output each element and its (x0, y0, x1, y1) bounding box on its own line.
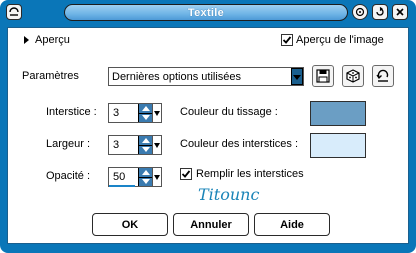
chevron-down-icon[interactable] (152, 136, 161, 154)
save-preset-button[interactable] (312, 65, 334, 87)
largeur-label: Largeur : (46, 138, 91, 150)
interstice-value[interactable]: 3 (109, 107, 138, 119)
system-menu-icon[interactable] (6, 4, 22, 20)
decrement-icon[interactable] (139, 178, 152, 187)
increment-icon[interactable] (139, 104, 152, 114)
checkbox-checked-icon[interactable] (281, 34, 293, 46)
decrement-icon[interactable] (139, 146, 152, 155)
chevron-down-icon[interactable] (152, 168, 161, 186)
gap-color-swatch[interactable] (310, 133, 366, 158)
stepper-buttons[interactable] (138, 168, 152, 186)
preview-toggle[interactable]: Aperçu (24, 34, 70, 46)
title-pill: Textile (64, 4, 348, 21)
stepper-buttons[interactable] (138, 136, 152, 154)
increment-icon[interactable] (139, 136, 152, 146)
weave-color-label: Couleur du tissage : (180, 106, 278, 118)
preview-image-label: Aperçu de l'image (296, 34, 384, 46)
preset-select[interactable]: Dernières options utilisées (108, 67, 304, 86)
increment-icon[interactable] (139, 168, 152, 178)
ok-button[interactable]: OK (92, 213, 168, 236)
preview-bar: Aperçu Aperçu de l'image (8, 28, 408, 54)
interstice-label: Interstice : (46, 106, 97, 118)
minimize-icon[interactable] (372, 4, 388, 20)
chevron-down-icon[interactable] (291, 68, 303, 85)
dice-icon (346, 69, 360, 83)
title-bar[interactable]: Textile (0, 0, 416, 25)
weave-color-swatch[interactable] (310, 101, 366, 126)
preview-image-checkbox[interactable]: Aperçu de l'image (281, 34, 384, 46)
save-icon (316, 69, 330, 83)
chevron-down-icon[interactable] (152, 104, 161, 122)
decrement-icon[interactable] (139, 114, 152, 123)
opacite-stepper[interactable]: 50 (108, 167, 162, 187)
checkbox-checked-icon[interactable] (180, 168, 192, 180)
random-button[interactable] (342, 65, 364, 87)
signature-watermark: Titounc (198, 185, 260, 204)
cancel-button[interactable]: Annuler (173, 213, 249, 236)
fill-gaps-label: Remplir les interstices (196, 168, 304, 180)
dialog-client: Aperçu Aperçu de l'image Paramètres Dern… (7, 27, 409, 244)
stepper-buttons[interactable] (138, 104, 152, 122)
window-title: Textile (187, 6, 225, 19)
params-label: Paramètres (22, 70, 79, 82)
interstice-stepper[interactable]: 3 (108, 103, 162, 123)
reset-button[interactable] (372, 65, 394, 87)
help-button[interactable]: Aide (254, 213, 330, 236)
reset-icon (376, 69, 389, 82)
preview-toggle-label: Aperçu (35, 34, 70, 46)
dialog-window: Textile Aperçu Aperçu de l'image Paramèt… (0, 0, 416, 253)
fill-gaps-checkbox[interactable]: Remplir les interstices (180, 168, 304, 180)
preset-value: Dernières options utilisées (112, 70, 242, 83)
largeur-value[interactable]: 3 (109, 139, 138, 151)
settings-panel: Paramètres Dernières options utilisées I… (8, 54, 408, 243)
largeur-stepper[interactable]: 3 (108, 135, 162, 155)
help-icon[interactable] (352, 4, 368, 20)
opacite-value[interactable]: 50 (109, 171, 138, 183)
expand-triangle-icon (24, 36, 29, 44)
close-icon[interactable] (392, 4, 408, 20)
opacity-level-bar (109, 185, 135, 187)
gap-color-label: Couleur des interstices : (180, 138, 298, 150)
opacite-label: Opacité : (46, 170, 91, 182)
